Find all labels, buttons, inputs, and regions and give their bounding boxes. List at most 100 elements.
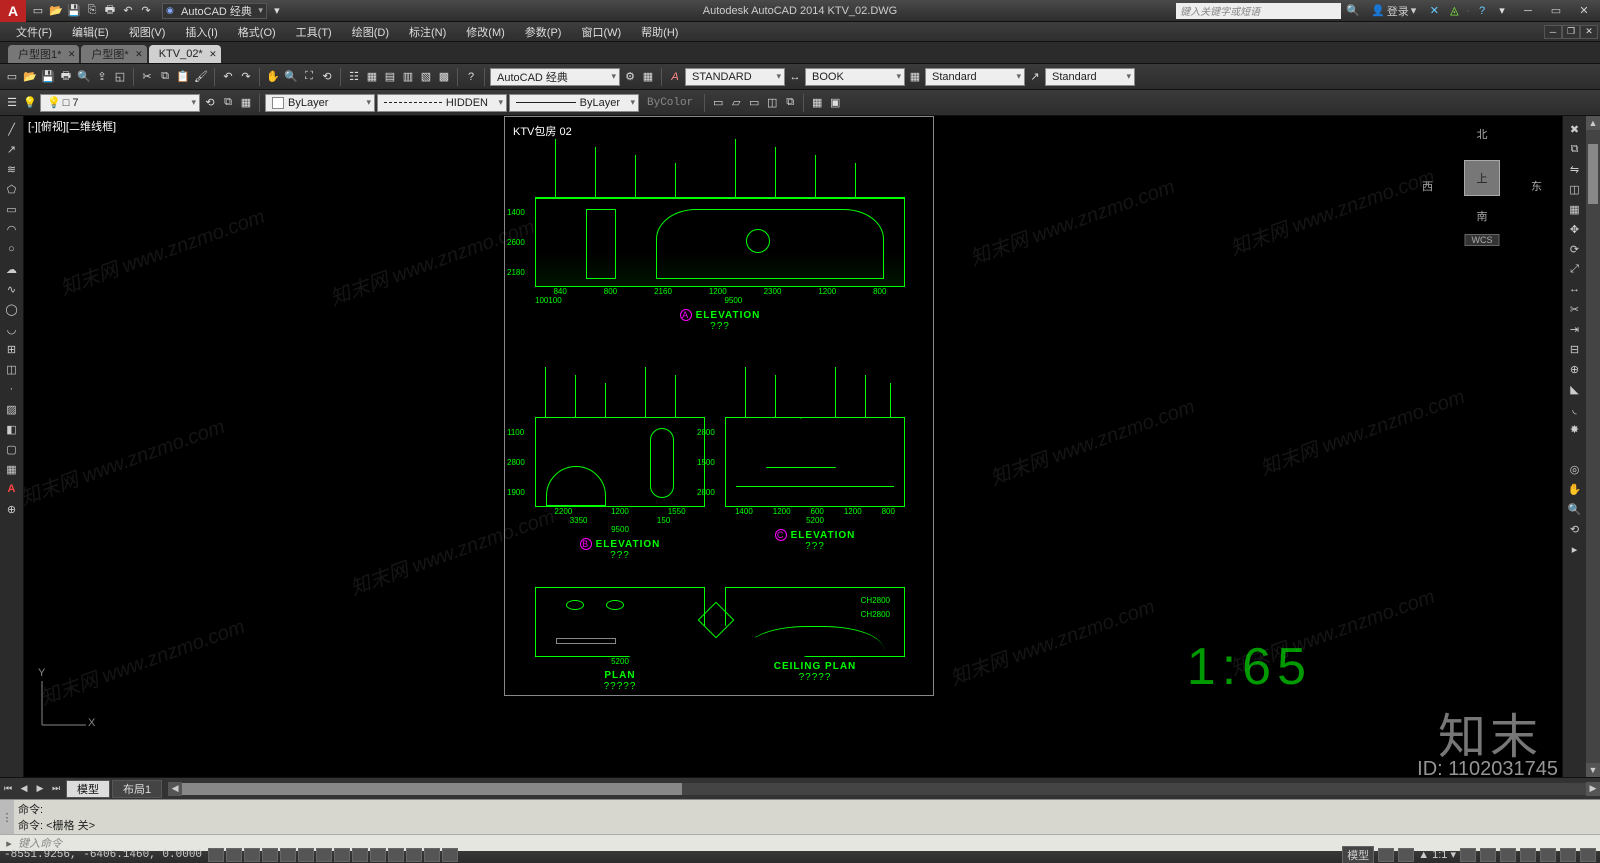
navbar-wheel-icon[interactable]: ◎ (1566, 460, 1584, 478)
menu-draw[interactable]: 绘图(D) (342, 24, 399, 40)
close-icon[interactable]: ✕ (209, 49, 217, 60)
doc-restore-button[interactable]: ❐ (1562, 25, 1580, 39)
spline-icon[interactable]: ∿ (3, 280, 21, 298)
tab-prev-icon[interactable]: ◀ (16, 781, 32, 797)
insert-icon[interactable]: ⊞ (3, 340, 21, 358)
undo-icon[interactable]: ↶ (220, 69, 236, 85)
pan-icon[interactable]: ✋ (265, 69, 281, 85)
vp-single-icon[interactable]: ▭ (710, 95, 726, 111)
array-icon[interactable]: ▦ (1566, 200, 1584, 218)
snap-toggle[interactable] (208, 848, 224, 862)
fillet-icon[interactable]: ◟ (1566, 400, 1584, 418)
navbar-orbit-icon[interactable]: ⟲ (1566, 520, 1584, 538)
menu-file[interactable]: 文件(F) (6, 24, 62, 40)
hardware-accel-icon[interactable] (1540, 848, 1556, 862)
mtext-icon[interactable]: A (3, 480, 21, 498)
ws-settings-icon[interactable]: ⚙ (622, 69, 638, 85)
dimstyle-icon[interactable]: ↔ (787, 69, 803, 85)
workspace-selector[interactable]: AutoCAD 经典 (162, 3, 267, 19)
ellipse-icon[interactable]: ◯ (3, 300, 21, 318)
dyn-toggle[interactable] (352, 848, 368, 862)
command-resize-handle[interactable]: ⋮ (0, 800, 14, 834)
erase-icon[interactable]: ✖ (1566, 120, 1584, 138)
menu-view[interactable]: 视图(V) (119, 24, 176, 40)
tab-last-icon[interactable]: ⏭ (48, 781, 64, 797)
scroll-down-icon[interactable]: ▼ (1586, 763, 1600, 777)
scroll-thumb[interactable] (182, 783, 682, 795)
signin-button[interactable]: 👤 登录 ▾ (1365, 3, 1422, 19)
model-viewport[interactable]: [-][俯视][二维线框] 知末网 www.znzmo.com 知末网 www.… (24, 116, 1562, 777)
line-icon[interactable]: ╱ (3, 120, 21, 138)
vp-clip-icon[interactable]: ◫ (764, 95, 780, 111)
tab-first-icon[interactable]: ⏮ (0, 781, 16, 797)
polygon-icon[interactable]: ⬠ (3, 180, 21, 198)
qat-more-icon[interactable]: ▾ (269, 3, 285, 19)
scale-icon[interactable]: ⤢ (1566, 260, 1584, 278)
rectangle-icon[interactable]: ▭ (3, 200, 21, 218)
block-icon[interactable]: ◫ (3, 360, 21, 378)
trim-icon[interactable]: ✂ (1566, 300, 1584, 318)
cut-icon[interactable]: ✂ (139, 69, 155, 85)
am-toggle[interactable] (442, 848, 458, 862)
search-go-icon[interactable]: 🔍 (1345, 3, 1361, 19)
preview-icon[interactable]: 🔍 (76, 69, 92, 85)
new-icon[interactable]: ▭ (30, 3, 46, 19)
vp-new-icon[interactable]: ▭ (746, 95, 762, 111)
autoscale-icon[interactable] (1480, 848, 1496, 862)
move-icon[interactable]: ✥ (1566, 220, 1584, 238)
ortho-toggle[interactable] (244, 848, 260, 862)
break-icon[interactable]: ⊟ (1566, 340, 1584, 358)
offset-icon[interactable]: ◫ (1566, 180, 1584, 198)
arc-icon[interactable]: ◠ (3, 220, 21, 238)
vertical-scrollbar[interactable]: ▲ ▼ (1586, 116, 1600, 777)
wcs-label[interactable]: WCS (1465, 234, 1500, 246)
doc-minimize-button[interactable]: ─ (1544, 25, 1562, 39)
textstyle-icon[interactable]: A (667, 69, 683, 85)
open-icon[interactable]: 📂 (48, 3, 64, 19)
text-style-combo[interactable]: STANDARD (685, 68, 785, 86)
ws-lock-icon[interactable]: ▦ (640, 69, 656, 85)
redo-icon[interactable]: ↷ (138, 3, 154, 19)
help-dropdown-icon[interactable]: ▾ (1494, 3, 1510, 19)
chamfer-icon[interactable]: ◣ (1566, 380, 1584, 398)
close-icon[interactable]: ✕ (135, 49, 143, 60)
help-icon[interactable]: ? (463, 69, 479, 85)
stretch-icon[interactable]: ↔ (1566, 280, 1584, 298)
maximize-button[interactable]: ▭ (1542, 2, 1570, 20)
lwt-toggle[interactable] (370, 848, 386, 862)
revcloud-icon[interactable]: ☁ (3, 260, 21, 278)
zoom-prev-icon[interactable]: ⟲ (319, 69, 335, 85)
viewport-label[interactable]: [-][俯视][二维线框] (28, 118, 116, 134)
doc-close-button[interactable]: ✕ (1580, 25, 1598, 39)
dcenter-icon[interactable]: ▦ (364, 69, 380, 85)
vp-scale-icon[interactable]: ⧉ (782, 95, 798, 111)
file-tab-active[interactable]: KTV_02*✕ (149, 45, 221, 63)
toolpalette-icon[interactable]: ▤ (382, 69, 398, 85)
grid-toggle[interactable] (226, 848, 242, 862)
explode-icon[interactable]: ✸ (1566, 420, 1584, 438)
sc-toggle[interactable] (424, 848, 440, 862)
lock-ui-icon[interactable] (1520, 848, 1536, 862)
point-icon[interactable]: · (3, 380, 21, 398)
menu-window[interactable]: 窗口(W) (571, 24, 631, 40)
ssm-icon[interactable]: ▥ (400, 69, 416, 85)
copy-icon[interactable]: ⧉ (1566, 140, 1584, 158)
annotation-visibility-icon[interactable] (1460, 848, 1476, 862)
annotation-scale[interactable]: ▲ 1:1 ▾ (1418, 848, 1456, 861)
navbar-zoom-icon[interactable]: 🔍 (1566, 500, 1584, 518)
layer-state-icon[interactable]: ⧉ (220, 95, 236, 111)
workspace-combo[interactable]: AutoCAD 经典 (490, 68, 620, 86)
tablestyle-icon[interactable]: ▦ (907, 69, 923, 85)
layer-off-icon[interactable]: 💡 (22, 95, 38, 111)
file-tab[interactable]: 户型图*✕ (81, 45, 146, 63)
otrack-toggle[interactable] (316, 848, 332, 862)
viewcube-east[interactable]: 东 (1531, 178, 1542, 194)
save-icon[interactable]: 💾 (66, 3, 82, 19)
scroll-left-icon[interactable]: ◀ (168, 782, 182, 796)
zoom-rt-icon[interactable]: 🔍 (283, 69, 299, 85)
viewcube-north[interactable]: 北 (1477, 126, 1488, 142)
new-icon[interactable]: ▭ (4, 69, 20, 85)
menu-dim[interactable]: 标注(N) (399, 24, 456, 40)
view-cube[interactable]: 北 西 东 南 上 WCS (1422, 126, 1542, 246)
menu-tools[interactable]: 工具(T) (286, 24, 342, 40)
